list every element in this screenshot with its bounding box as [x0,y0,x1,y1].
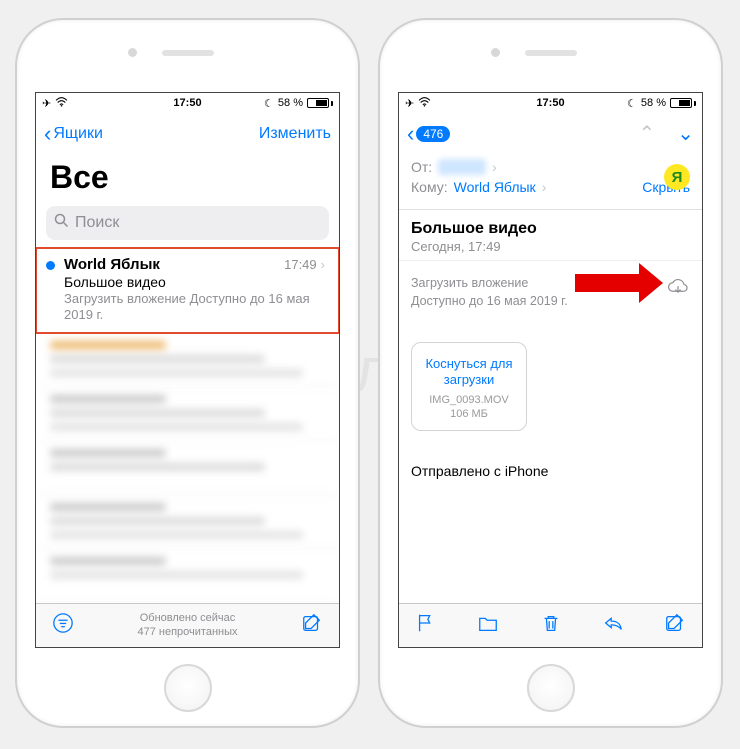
home-button[interactable] [164,664,212,712]
status-time: 17:50 [173,97,201,109]
search-placeholder: Поиск [75,214,119,232]
status-bar: ✈︎ 17:50 ☾ 58 % [36,93,339,113]
chevron-right-icon: › [492,159,497,175]
page-title: Все [36,155,339,202]
screen-mail-list: ✈︎ 17:50 ☾ 58 % ‹ Ящики Изменить Все [35,92,340,648]
prev-message-button[interactable]: ⌃ [638,121,655,146]
mail-row-blurred [36,549,339,603]
status-bar: ✈︎ 17:50 ☾ 58 % [399,93,702,113]
search-icon [54,213,69,233]
screen-mail-detail: ✈︎ 17:50 ☾ 58 % ‹ 476 ⌃ ⌄ [398,92,703,648]
detail-header: От: › Кому: World Яблык › Скрыть [399,155,702,210]
back-label: Ящики [53,125,103,143]
sent-from-signature: Отправлено с iPhone [399,431,702,479]
chevron-left-icon: ‹ [44,123,51,145]
to-value[interactable]: World Яблык [454,179,536,195]
mail-row-highlighted[interactable]: World Яблык 17:49 › Большое видео Загруз… [36,248,339,333]
attachment-tap-label: Коснуться для загрузки [421,356,517,389]
battery-pct: 58 % [278,97,303,109]
wifi-icon [418,97,431,110]
status-time: 17:50 [536,97,564,109]
attachment-filename: IMG_0093.MOV [421,394,517,406]
moon-icon: ☾ [264,97,274,110]
back-count-badge: 476 [416,126,450,142]
trash-button[interactable] [540,612,562,640]
mail-row-blurred [36,387,339,441]
mail-row-blurred [36,441,339,495]
airplane-icon: ✈︎ [405,97,414,110]
toolbar [399,603,702,647]
att-line1: Загрузить вложение [411,275,568,293]
home-button[interactable] [527,664,575,712]
message-date: Сегодня, 17:49 [411,239,690,254]
unread-dot [46,261,55,270]
compose-button[interactable] [664,612,686,640]
airplane-icon: ✈︎ [42,97,51,110]
nav-bar: ‹ Ящики Изменить [36,113,339,155]
move-button[interactable] [477,612,499,640]
from-label: От: [411,159,432,175]
search-input[interactable]: Поиск [46,206,329,240]
sender-name: World Яблык [64,256,160,273]
moon-icon: ☾ [627,97,637,110]
chevron-right-icon: › [542,179,547,195]
toolbar: Обновлено сейчас 477 непрочитанных [36,603,339,647]
filter-button[interactable] [52,612,74,640]
msg-preview: Загрузить вложение Доступно до 16 мая 20… [64,291,325,324]
msg-subject: Большое видео [64,274,325,290]
message-title: Большое видео [411,220,690,238]
attachment-tile[interactable]: Коснуться для загрузки IMG_0093.MOV 106 … [411,342,527,431]
annotation-arrow [575,271,663,295]
back-button[interactable]: ‹ Ящики [44,123,103,145]
reply-button[interactable] [602,612,624,640]
from-value[interactable] [438,159,486,175]
battery-icon [670,98,696,108]
sender-avatar[interactable]: Я [664,164,690,190]
cloud-download-icon[interactable] [666,277,690,295]
speaker [162,50,214,56]
front-camera [128,48,137,57]
next-message-button[interactable]: ⌄ [677,121,694,146]
flag-button[interactable] [415,612,437,640]
attachment-size: 106 МБ [421,408,517,420]
chevron-left-icon: ‹ [407,123,414,145]
to-label: Кому: [411,179,448,195]
nav-bar: ‹ 476 ⌃ ⌄ [399,113,702,155]
toolbar-status: Обновлено сейчас 477 непрочитанных [137,612,237,640]
battery-icon [307,98,333,108]
attachment-availability: Загрузить вложение Доступно до 16 мая 20… [399,261,702,320]
mail-row-blurred [36,495,339,549]
mail-row-blurred [36,333,339,387]
edit-button[interactable]: Изменить [259,125,331,143]
back-button[interactable]: ‹ 476 [407,123,450,145]
front-camera [491,48,500,57]
wifi-icon [55,97,68,110]
iphone-left: ✈︎ 17:50 ☾ 58 % ‹ Ящики Изменить Все [15,18,360,728]
iphone-right: ✈︎ 17:50 ☾ 58 % ‹ 476 ⌃ ⌄ [378,18,723,728]
att-line2: Доступно до 16 мая 2019 г. [411,293,568,311]
message-header: Большое видео Сегодня, 17:49 [399,210,702,261]
speaker [525,50,577,56]
msg-time: 17:49 [284,257,317,272]
chevron-right-icon: › [321,257,325,272]
compose-button[interactable] [301,612,323,640]
battery-pct: 58 % [641,97,666,109]
